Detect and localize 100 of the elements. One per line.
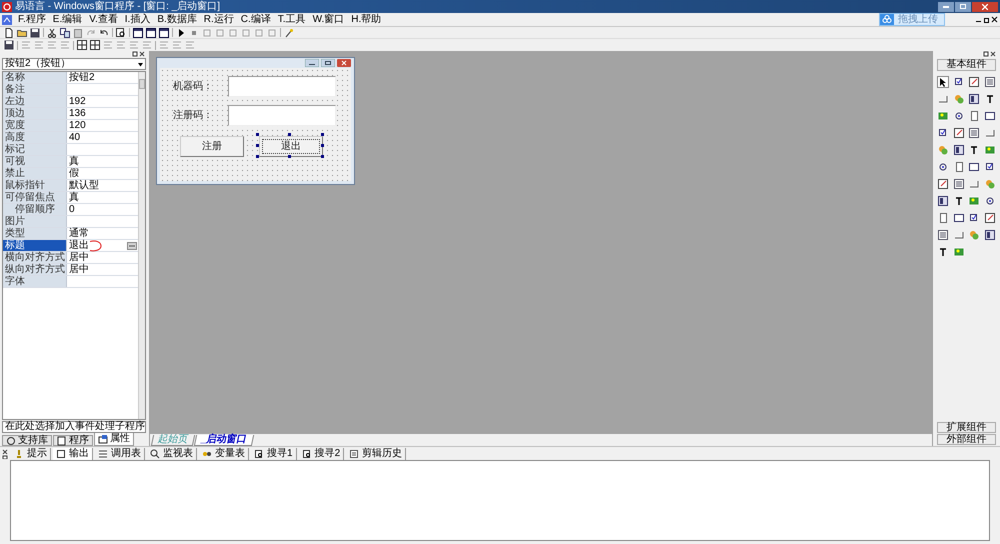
widget-icon[interactable] bbox=[969, 77, 980, 87]
output-tab[interactable]: 输出 bbox=[53, 448, 93, 460]
save-icon[interactable] bbox=[4, 40, 14, 50]
input-field[interactable] bbox=[228, 105, 336, 126]
widget-icon[interactable] bbox=[954, 213, 964, 223]
toolbox-footer-button[interactable]: 扩展组件 bbox=[937, 422, 996, 433]
widget-icon[interactable] bbox=[938, 230, 948, 240]
widget-icon[interactable] bbox=[969, 128, 980, 138]
widget-icon[interactable] bbox=[984, 196, 995, 206]
property-name[interactable]: 图片 bbox=[3, 216, 67, 227]
form-button[interactable]: 退出 bbox=[259, 136, 323, 157]
ellipsis-button[interactable] bbox=[127, 242, 137, 250]
widget-icon[interactable] bbox=[969, 162, 980, 172]
widget-icon[interactable] bbox=[984, 94, 995, 104]
widget-icon[interactable] bbox=[954, 196, 964, 206]
property-name[interactable]: 可停留焦点 bbox=[3, 192, 67, 203]
document-tab[interactable]: _启动窗口 bbox=[194, 435, 254, 446]
panel-tab[interactable]: 程序 bbox=[53, 435, 93, 446]
widget-icon[interactable] bbox=[938, 128, 948, 138]
property-name[interactable]: 标记 bbox=[3, 144, 67, 155]
property-name[interactable]: 横向对齐方式 bbox=[3, 252, 67, 263]
widget-icon[interactable] bbox=[954, 128, 964, 138]
wand-icon[interactable] bbox=[284, 28, 294, 38]
close-button[interactable] bbox=[972, 2, 998, 12]
folder-icon[interactable] bbox=[17, 28, 27, 38]
menu-item[interactable]: I.插入 bbox=[124, 14, 152, 24]
widget-icon[interactable] bbox=[954, 145, 964, 155]
event-dropdown[interactable]: 在此处选择加入事件处理子程序 bbox=[2, 421, 146, 433]
panel-tab[interactable]: 属性 bbox=[94, 433, 134, 446]
close-icon[interactable] bbox=[139, 51, 145, 57]
property-name[interactable]: 备注 bbox=[3, 84, 67, 95]
form-button[interactable]: 注册 bbox=[180, 136, 244, 157]
property-name[interactable]: 可视 bbox=[3, 156, 67, 167]
property-name[interactable]: 纵向对齐方式 bbox=[3, 264, 67, 275]
widget-icon[interactable] bbox=[938, 247, 948, 257]
minimize-button[interactable] bbox=[938, 2, 954, 12]
document-icon[interactable] bbox=[4, 28, 14, 38]
selection-handle[interactable] bbox=[321, 144, 324, 147]
toolbox-footer-button[interactable]: 外部组件 bbox=[937, 434, 996, 445]
widget-icon[interactable] bbox=[938, 179, 948, 189]
menu-item[interactable]: W.窗口 bbox=[312, 14, 346, 24]
widget-icon[interactable] bbox=[969, 213, 980, 223]
widget-icon[interactable] bbox=[984, 230, 995, 240]
layout-icon[interactable] bbox=[159, 28, 169, 38]
play-icon[interactable] bbox=[176, 28, 186, 38]
property-name[interactable]: 宽度 bbox=[3, 120, 67, 131]
maximize-button[interactable] bbox=[955, 2, 971, 12]
menu-item[interactable]: F.程序 bbox=[17, 14, 47, 24]
layout-icon[interactable] bbox=[133, 28, 143, 38]
widget-icon[interactable] bbox=[984, 213, 995, 223]
scissors-icon[interactable] bbox=[47, 28, 57, 38]
widget-icon[interactable] bbox=[954, 179, 964, 189]
panel-tab[interactable]: 支持库 bbox=[2, 435, 52, 446]
menu-item[interactable]: B.数据库 bbox=[156, 14, 198, 24]
widget-icon[interactable] bbox=[954, 111, 964, 121]
property-name[interactable]: 字体 bbox=[3, 276, 67, 287]
widget-icon[interactable] bbox=[938, 196, 948, 206]
close-icon[interactable] bbox=[991, 16, 998, 23]
menu-item[interactable]: C.编译 bbox=[240, 14, 272, 24]
layout-icon[interactable] bbox=[146, 28, 156, 38]
menu-item[interactable]: T.工具 bbox=[276, 14, 307, 24]
scrollbar[interactable] bbox=[138, 72, 145, 419]
widget-icon[interactable] bbox=[969, 145, 980, 155]
object-dropdown[interactable]: 按钮2（按钮） bbox=[2, 58, 146, 70]
widget-icon[interactable] bbox=[984, 162, 995, 172]
grid-icon[interactable] bbox=[77, 40, 87, 50]
menu-item[interactable]: E.编辑 bbox=[52, 14, 84, 24]
scroll-thumb[interactable] bbox=[139, 79, 145, 89]
selection-handle[interactable] bbox=[256, 133, 259, 136]
selection-handle[interactable] bbox=[321, 155, 324, 158]
widget-icon[interactable] bbox=[938, 162, 948, 172]
magnifier-icon[interactable] bbox=[116, 28, 126, 38]
property-name[interactable]: 左边 bbox=[3, 96, 67, 107]
widget-icon[interactable] bbox=[984, 111, 995, 121]
pointer-icon[interactable] bbox=[938, 77, 948, 87]
app-menu-icon[interactable] bbox=[2, 14, 12, 24]
widget-icon[interactable] bbox=[954, 77, 964, 87]
selection-handle[interactable] bbox=[288, 133, 291, 136]
restore-icon[interactable] bbox=[983, 16, 990, 23]
input-field[interactable] bbox=[228, 76, 336, 97]
undo-icon[interactable] bbox=[99, 28, 109, 38]
close-icon[interactable] bbox=[990, 51, 996, 57]
menu-item[interactable]: H.帮助 bbox=[350, 14, 382, 24]
widget-icon[interactable] bbox=[984, 77, 995, 87]
property-name[interactable]: 名称 bbox=[3, 72, 67, 83]
selection-handle[interactable] bbox=[256, 144, 259, 147]
property-name[interactable]: 高度 bbox=[3, 132, 67, 143]
selection-handle[interactable] bbox=[321, 133, 324, 136]
property-name[interactable]: 禁止 bbox=[3, 168, 67, 179]
toolbox-header-button[interactable]: 基本组件 bbox=[937, 59, 996, 71]
property-name[interactable]: 鼠标指针 bbox=[3, 180, 67, 191]
property-name[interactable]: 类型 bbox=[3, 228, 67, 239]
grid-icon[interactable] bbox=[90, 40, 100, 50]
selection-handle[interactable] bbox=[256, 155, 259, 158]
property-name[interactable]: 顶边 bbox=[3, 108, 67, 119]
menu-item[interactable]: V.查看 bbox=[88, 14, 119, 24]
property-name[interactable]: 标题 bbox=[3, 240, 67, 251]
widget-icon[interactable] bbox=[969, 94, 980, 104]
menu-item[interactable]: R.运行 bbox=[202, 14, 235, 24]
save-icon[interactable] bbox=[30, 28, 40, 38]
